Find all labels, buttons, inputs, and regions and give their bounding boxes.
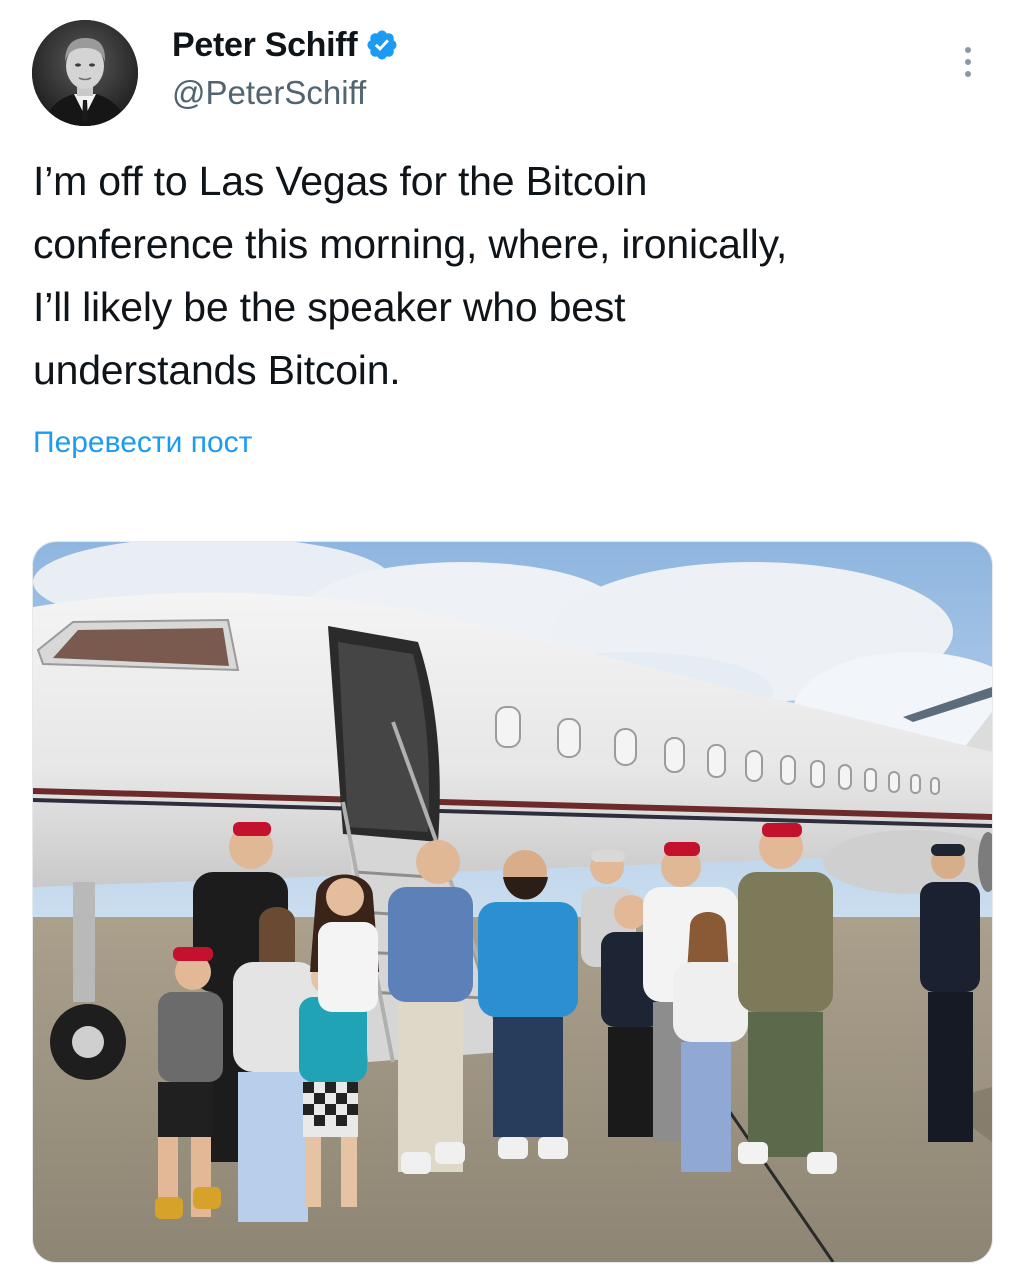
author-name-row: Peter Schiff bbox=[172, 22, 399, 68]
more-dot bbox=[965, 59, 971, 65]
tweet-author: Peter Schiff @PeterSchiff bbox=[172, 22, 399, 112]
author-handle[interactable]: @PeterSchiff bbox=[172, 74, 399, 112]
tweet-text: I’m off to Las Vegas for the Bitcoin con… bbox=[33, 158, 788, 393]
translate-post-link[interactable]: Перевести пост bbox=[33, 426, 252, 460]
more-dot bbox=[965, 47, 971, 53]
more-dot bbox=[965, 71, 971, 77]
photo-illustration bbox=[33, 542, 992, 1262]
verified-badge-icon[interactable] bbox=[365, 28, 399, 62]
author-display-name[interactable]: Peter Schiff bbox=[172, 26, 358, 65]
more-vertical-icon[interactable] bbox=[954, 40, 982, 84]
avatar-photo bbox=[32, 20, 138, 126]
avatar[interactable] bbox=[32, 20, 138, 126]
tweet-media-photo[interactable] bbox=[32, 541, 993, 1263]
